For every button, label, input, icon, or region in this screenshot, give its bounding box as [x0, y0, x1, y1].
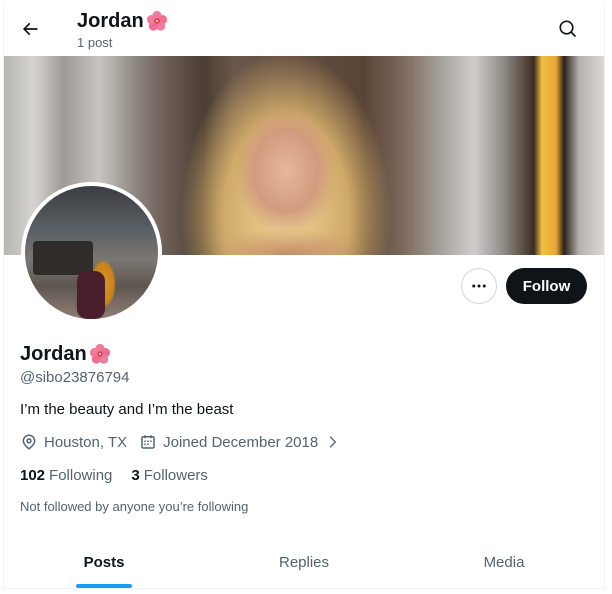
profile-meta: Houston, TX Joined December 2018 — [20, 433, 352, 451]
following-label: Following — [49, 467, 113, 484]
profile-name-text: Jordan — [20, 343, 87, 365]
more-horizontal-icon — [472, 284, 486, 288]
profile-tabs: Posts Replies Media — [4, 536, 604, 589]
joined-text: Joined December 2018 — [163, 433, 319, 451]
following-count: 102 — [20, 467, 46, 484]
tab-media-label: Media — [483, 553, 525, 571]
tab-media[interactable]: Media — [404, 536, 604, 588]
hibiscus-icon — [89, 343, 110, 364]
follow-button[interactable]: Follow — [506, 268, 587, 304]
location-text: Houston, TX — [44, 433, 128, 451]
search-button[interactable] — [550, 11, 586, 47]
profile-handle: @sibo23876794 — [20, 369, 130, 386]
hibiscus-icon — [146, 10, 167, 31]
profile-name: Jordan — [20, 342, 111, 366]
tab-replies[interactable]: Replies — [204, 536, 404, 588]
more-options-button[interactable] — [461, 268, 497, 304]
joined-item[interactable]: Joined December 2018 — [139, 433, 340, 451]
followers-count: 3 — [131, 467, 140, 484]
post-count: 1 post — [77, 35, 113, 50]
tab-posts[interactable]: Posts — [4, 536, 204, 588]
header-title: Jordan — [77, 9, 168, 33]
top-bar: Jordan 1 post — [4, 3, 604, 56]
active-tab-indicator — [76, 584, 132, 588]
followed-by-note: Not followed by anyone you’re following — [20, 499, 249, 514]
followers-label: Followers — [143, 467, 208, 484]
profile-page: Jordan 1 post Follow Jordan @sibo2387679… — [3, 3, 605, 591]
search-icon — [559, 20, 577, 38]
arrow-left-icon — [22, 22, 38, 36]
tab-posts-label: Posts — [83, 553, 125, 571]
profile-bio: I’m the beauty and I’m the beast — [20, 401, 234, 418]
following-link[interactable]: 102 Following — [20, 467, 112, 484]
chevron-right-icon — [329, 436, 337, 448]
header-name: Jordan — [77, 10, 144, 32]
back-button[interactable] — [12, 11, 48, 47]
avatar[interactable] — [21, 182, 162, 323]
location-pin-icon — [22, 434, 36, 450]
followers-link[interactable]: 3 Followers — [131, 467, 208, 484]
calendar-icon — [141, 435, 155, 449]
tab-replies-label: Replies — [278, 553, 330, 571]
location-item: Houston, TX — [20, 433, 127, 451]
follow-counts: 102 Following 3 Followers — [20, 467, 227, 484]
